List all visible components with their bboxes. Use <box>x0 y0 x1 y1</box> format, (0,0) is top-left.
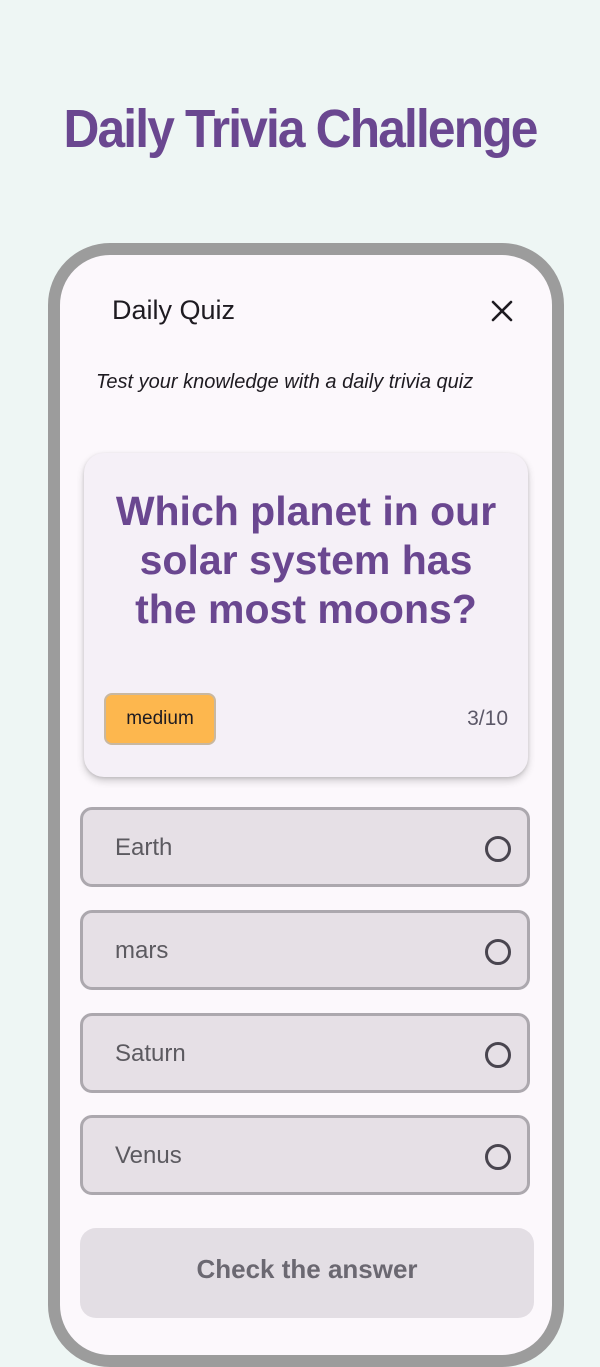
radio-button[interactable] <box>485 836 511 862</box>
answer-option-label: Venus <box>115 1142 182 1169</box>
page-headline: Daily Trivia Challenge <box>63 99 538 159</box>
question-progress: 3/10 <box>467 707 508 730</box>
quiz-subtitle: Test your knowledge with a daily trivia … <box>96 371 474 393</box>
answer-option-mars[interactable]: mars <box>80 910 530 990</box>
check-answer-button[interactable]: Check the answer <box>80 1228 534 1318</box>
difficulty-badge: medium <box>104 693 216 745</box>
question-card: Which planet in our solar system has the… <box>84 453 528 777</box>
radio-button[interactable] <box>485 1144 511 1170</box>
answer-option-venus[interactable]: Venus <box>80 1115 530 1195</box>
question-text: Which planet in our solar system has the… <box>115 488 497 632</box>
answer-option-label: Saturn <box>115 1040 186 1067</box>
answer-option-label: Earth <box>115 834 173 861</box>
radio-button[interactable] <box>485 1042 511 1068</box>
close-icon <box>491 300 513 322</box>
answer-option-earth[interactable]: Earth <box>80 807 530 887</box>
app-title: Daily Quiz <box>112 295 236 325</box>
answer-option-saturn[interactable]: Saturn <box>80 1013 530 1093</box>
answer-option-label: mars <box>115 937 169 964</box>
phone-frame: Daily Quiz Test your knowledge with a da… <box>48 243 564 1367</box>
close-button[interactable] <box>484 293 520 329</box>
radio-button[interactable] <box>485 939 511 965</box>
